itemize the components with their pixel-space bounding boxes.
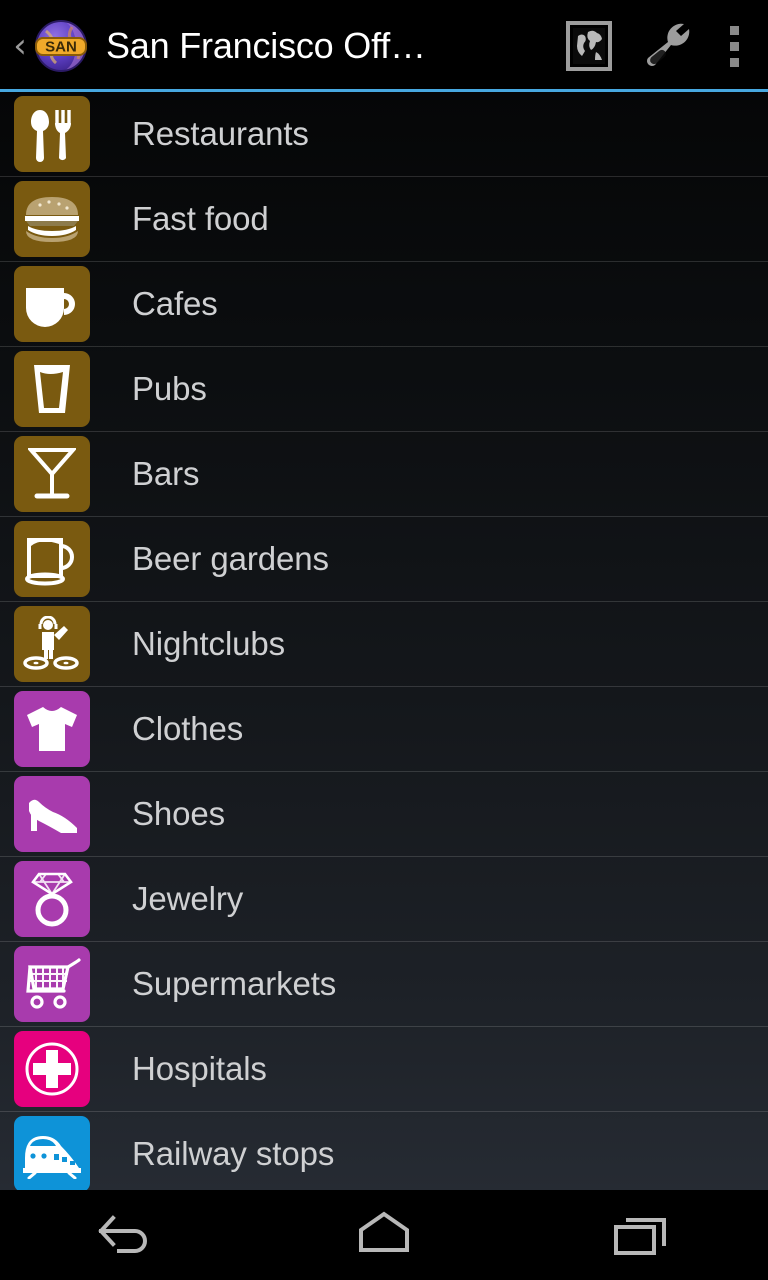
action-bar-actions <box>550 0 762 92</box>
overflow-menu-icon[interactable] <box>706 0 762 92</box>
list-item-label: Cafes <box>132 285 218 322</box>
nav-back-button[interactable] <box>53 1190 203 1280</box>
beer-mug-icon <box>14 521 90 597</box>
action-bar: ‹ SAN San Francisco Off… <box>0 0 768 92</box>
beer-glass-icon <box>14 351 90 427</box>
list-item-label: Supermarkets <box>132 965 337 1002</box>
page-title: San Francisco Off… <box>106 25 426 66</box>
list-item[interactable]: Pubs <box>0 347 768 432</box>
burger-icon <box>14 181 90 257</box>
coffee-cup-icon <box>14 266 90 342</box>
back-chevron-icon[interactable]: ‹ <box>0 0 34 92</box>
wrench-icon[interactable] <box>628 0 706 92</box>
list-item-label: Shoes <box>132 795 226 832</box>
diamond-ring-icon <box>14 861 90 937</box>
world-map-icon[interactable] <box>550 0 628 92</box>
list-item-label: Nightclubs <box>132 625 286 662</box>
high-heel-icon <box>14 776 90 852</box>
list-item[interactable]: Hospitals <box>0 1027 768 1112</box>
shopping-cart-icon <box>14 946 90 1022</box>
list-item[interactable]: Fast food <box>0 177 768 262</box>
list-item[interactable]: Clothes <box>0 687 768 772</box>
tshirt-icon <box>14 691 90 767</box>
list-item[interactable]: Beer gardens <box>0 517 768 602</box>
list-item[interactable]: Shoes <box>0 772 768 857</box>
category-list[interactable]: Restaurants Fast food Cafes Pubs Bars Be… <box>0 92 768 1190</box>
app-root: ‹ SAN San Francisco Off… Restaurants Fas… <box>0 0 768 1280</box>
nav-recents-button[interactable] <box>565 1190 715 1280</box>
app-icon-badge-text: SAN <box>45 39 77 56</box>
list-item-label: Fast food <box>132 200 269 237</box>
list-item-label: Restaurants <box>132 115 309 152</box>
list-item-label: Pubs <box>132 370 207 407</box>
system-navigation-bar <box>0 1190 768 1280</box>
list-item[interactable]: Cafes <box>0 262 768 347</box>
list-item[interactable]: Jewelry <box>0 857 768 942</box>
list-item[interactable]: Railway stops <box>0 1112 768 1190</box>
cocktail-glass-icon <box>14 436 90 512</box>
list-item[interactable]: Nightclubs <box>0 602 768 687</box>
list-item[interactable]: Bars <box>0 432 768 517</box>
cutlery-icon <box>14 96 90 172</box>
globe-san-icon[interactable]: SAN <box>32 17 90 75</box>
medical-cross-icon <box>14 1031 90 1107</box>
list-item-label: Beer gardens <box>132 540 329 577</box>
nav-home-button[interactable] <box>309 1190 459 1280</box>
train-icon <box>14 1116 90 1190</box>
list-item[interactable]: Restaurants <box>0 92 768 177</box>
overflow-dots <box>729 25 739 67</box>
list-item[interactable]: Supermarkets <box>0 942 768 1027</box>
dj-turntable-icon <box>14 606 90 682</box>
list-item-label: Bars <box>132 455 200 492</box>
list-item-label: Railway stops <box>132 1135 335 1172</box>
list-item-label: Jewelry <box>132 880 244 917</box>
list-item-label: Clothes <box>132 710 244 747</box>
list-item-label: Hospitals <box>132 1050 267 1087</box>
